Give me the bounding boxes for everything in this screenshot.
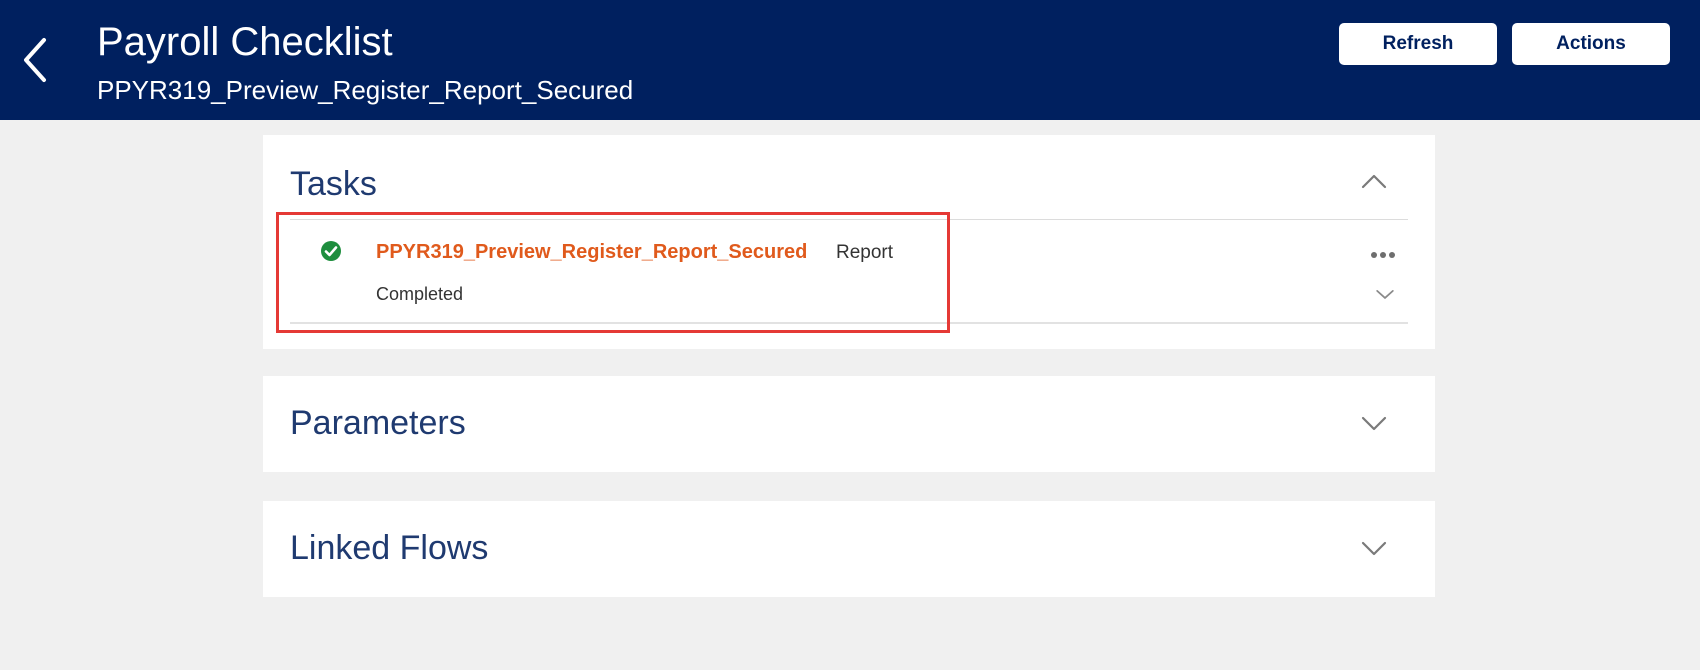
- parameters-panel: Parameters: [263, 376, 1435, 472]
- parameters-panel-title: Parameters: [290, 404, 466, 442]
- task-status: Completed: [376, 284, 464, 304]
- chevron-down-icon[interactable]: [1360, 413, 1388, 433]
- page-header: Payroll Checklist PPYR319_Preview_Regist…: [0, 0, 1700, 120]
- back-arrow-icon[interactable]: [14, 32, 58, 88]
- task-name-link[interactable]: PPYR319_Preview_Register_Report_Secured: [376, 241, 807, 264]
- task-type: Report: [836, 242, 894, 263]
- tasks-panel: Tasks PPYR319_Preview_Register_Report_Se…: [263, 135, 1435, 349]
- refresh-button[interactable]: Refresh: [1339, 23, 1497, 65]
- chevron-down-icon[interactable]: [1374, 286, 1396, 302]
- divider: [290, 322, 1408, 324]
- chevron-down-icon[interactable]: [1360, 538, 1388, 558]
- chevron-up-icon[interactable]: [1360, 171, 1388, 191]
- linked-flows-panel: Linked Flows: [263, 501, 1435, 597]
- task-row[interactable]: [263, 220, 1435, 322]
- page-subtitle: PPYR319_Preview_Register_Report_Secured: [97, 75, 634, 105]
- linked-flows-panel-title: Linked Flows: [290, 529, 489, 567]
- check-circle-icon: [320, 240, 342, 262]
- more-options-icon[interactable]: [1370, 247, 1396, 258]
- actions-button[interactable]: Actions: [1512, 23, 1670, 65]
- page-title: Payroll Checklist: [97, 20, 393, 64]
- tasks-panel-title: Tasks: [290, 165, 377, 203]
